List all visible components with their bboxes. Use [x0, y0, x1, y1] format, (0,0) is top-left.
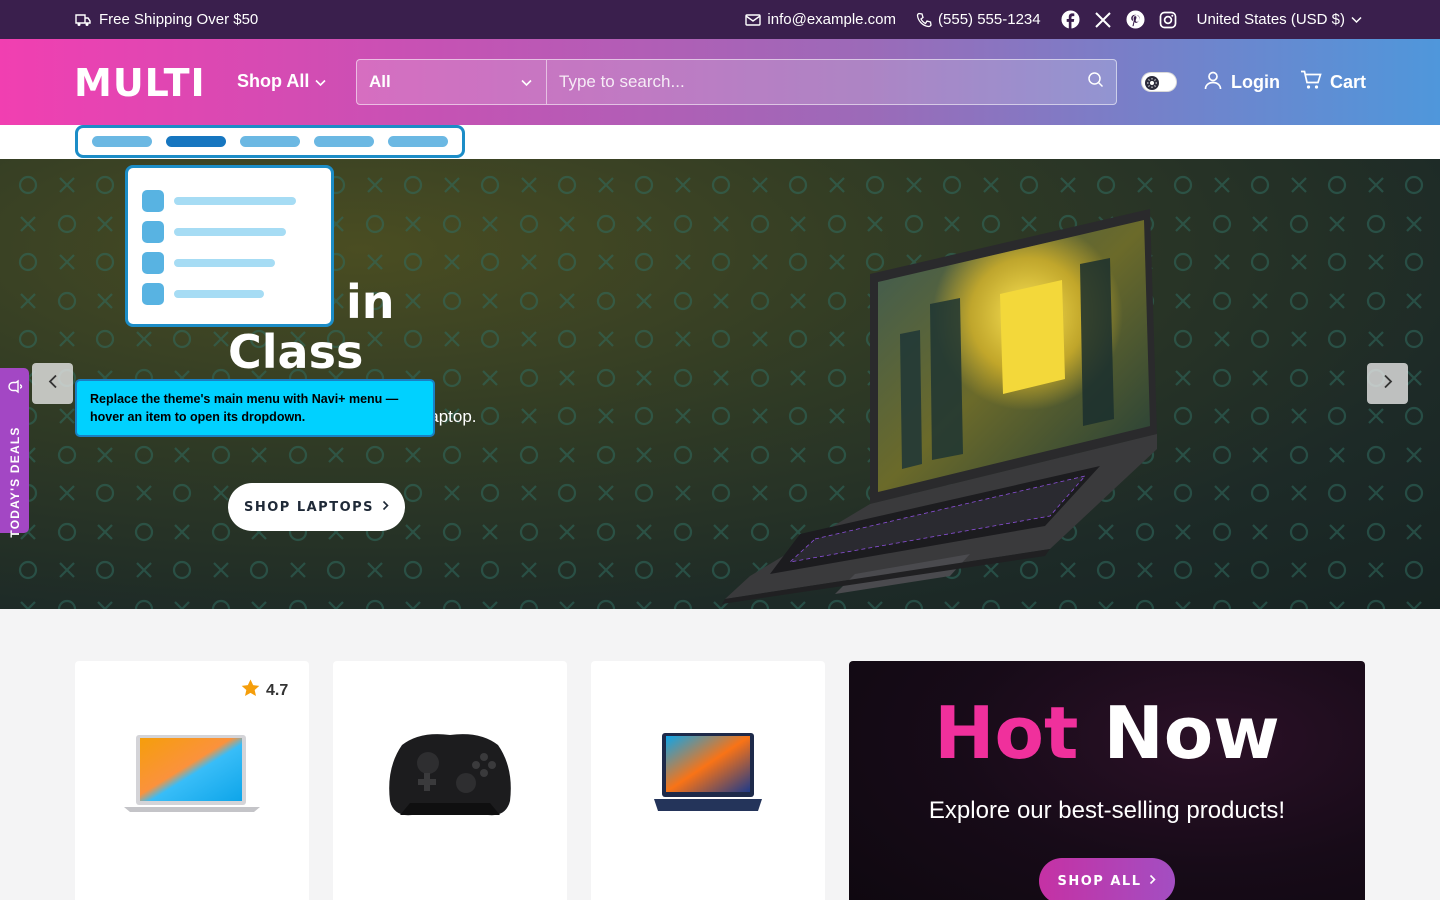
shop-laptops-button[interactable]: SHOP LAPTOPS: [228, 483, 405, 531]
product-card[interactable]: [333, 661, 567, 900]
search-category-select[interactable]: All: [357, 60, 547, 104]
theme-toggle[interactable]: [1141, 72, 1177, 92]
chevron-right-icon: [1383, 374, 1393, 394]
menu-item-placeholder[interactable]: [388, 136, 448, 147]
search-category-value: All: [369, 72, 391, 91]
instagram-icon[interactable]: [1159, 11, 1177, 29]
shop-all-menu[interactable]: Shop All: [237, 71, 326, 92]
navi-menu-preview: [75, 125, 465, 158]
hot-now-subtitle: Explore our best-selling products!: [928, 797, 1286, 824]
star-icon: [241, 679, 260, 702]
slide-next-button[interactable]: [1367, 363, 1408, 404]
search-input[interactable]: [559, 72, 1087, 92]
hot-now-title-part2: Now: [1103, 691, 1280, 775]
announcement-bar: Free Shipping Over $50 info@example.com …: [0, 0, 1440, 39]
cart-label: Cart: [1330, 72, 1367, 92]
user-icon: [1203, 70, 1223, 95]
phone-text: (555) 555-1234: [938, 11, 1041, 28]
dropdown-item-placeholder[interactable]: [142, 283, 331, 305]
shipping-text: Free Shipping Over $50: [99, 11, 259, 28]
phone-link[interactable]: (555) 555-1234: [916, 11, 1041, 28]
bell-icon: [6, 378, 23, 400]
chevron-right-icon: [1149, 874, 1157, 889]
sun-icon: [1145, 76, 1159, 90]
laptop-image: [722, 209, 1157, 604]
hot-now-title-part1: Hot: [934, 691, 1079, 775]
site-logo[interactable]: MULTI: [74, 61, 206, 105]
menu-item-placeholder[interactable]: [92, 136, 152, 147]
currency-selector[interactable]: United States (USD $): [1197, 11, 1362, 28]
shipping-notice: Free Shipping Over $50: [75, 0, 258, 39]
shop-laptops-label: SHOP LAPTOPS: [243, 499, 375, 515]
cart-link[interactable]: Cart: [1300, 70, 1366, 95]
menu-item-placeholder[interactable]: [314, 136, 374, 147]
dropdown-item-placeholder[interactable]: [142, 190, 331, 212]
search-icon[interactable]: [1087, 71, 1104, 93]
product-rating: 4.7: [241, 679, 288, 702]
product-card[interactable]: 4.7: [75, 661, 309, 900]
laptop-blue-image: [654, 733, 762, 811]
social-links: [1061, 10, 1177, 29]
laptop-silver-image: [124, 735, 260, 812]
navi-tooltip: Replace the theme's main menu with Navi+…: [75, 379, 435, 437]
cart-icon: [1300, 70, 1322, 95]
chevron-left-icon: [48, 374, 58, 394]
hot-now-banner: Hot Now Explore our best-selling product…: [849, 661, 1365, 900]
login-link[interactable]: Login: [1203, 70, 1280, 95]
rating-value: 4.7: [266, 681, 289, 699]
mail-icon: [745, 13, 762, 26]
shop-all-button-label: SHOP ALL: [1057, 873, 1142, 889]
slide-prev-button[interactable]: [32, 363, 73, 404]
facebook-icon[interactable]: [1061, 10, 1080, 29]
chevron-down-icon: [521, 72, 532, 92]
chevron-down-icon: [1351, 16, 1362, 24]
product-card[interactable]: [591, 661, 825, 900]
menu-item-placeholder[interactable]: [240, 136, 300, 147]
site-header: MULTI Shop All All Login: [0, 39, 1440, 125]
email-link[interactable]: info@example.com: [745, 11, 896, 28]
truck-icon: [75, 13, 91, 27]
todays-deals-label: TODAY'S DEALS: [7, 426, 22, 538]
phone-icon: [916, 12, 932, 28]
login-label: Login: [1231, 72, 1280, 92]
todays-deals-tab[interactable]: TODAY'S DEALS: [0, 368, 29, 538]
hot-now-title: Hot Now: [849, 691, 1365, 775]
x-icon[interactable]: [1094, 11, 1112, 29]
email-text: info@example.com: [767, 11, 897, 28]
shop-all-button[interactable]: SHOP ALL: [1039, 858, 1175, 900]
navi-dropdown-preview: [125, 165, 334, 327]
shop-all-label: Shop All: [237, 71, 310, 91]
pinterest-icon[interactable]: [1126, 10, 1145, 29]
game-controller-image: [389, 734, 511, 816]
currency-text: United States (USD $): [1196, 11, 1345, 28]
dropdown-item-placeholder[interactable]: [142, 221, 331, 243]
dropdown-item-placeholder[interactable]: [142, 252, 331, 274]
search-bar: All: [356, 59, 1117, 105]
chevron-down-icon: [315, 71, 326, 92]
chevron-right-icon: [382, 500, 389, 515]
menu-item-placeholder-active[interactable]: [166, 136, 226, 147]
